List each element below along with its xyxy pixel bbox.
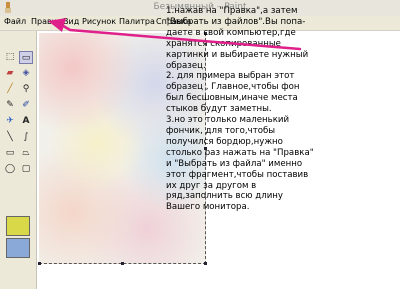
pointer-arrow-icon xyxy=(48,18,302,51)
